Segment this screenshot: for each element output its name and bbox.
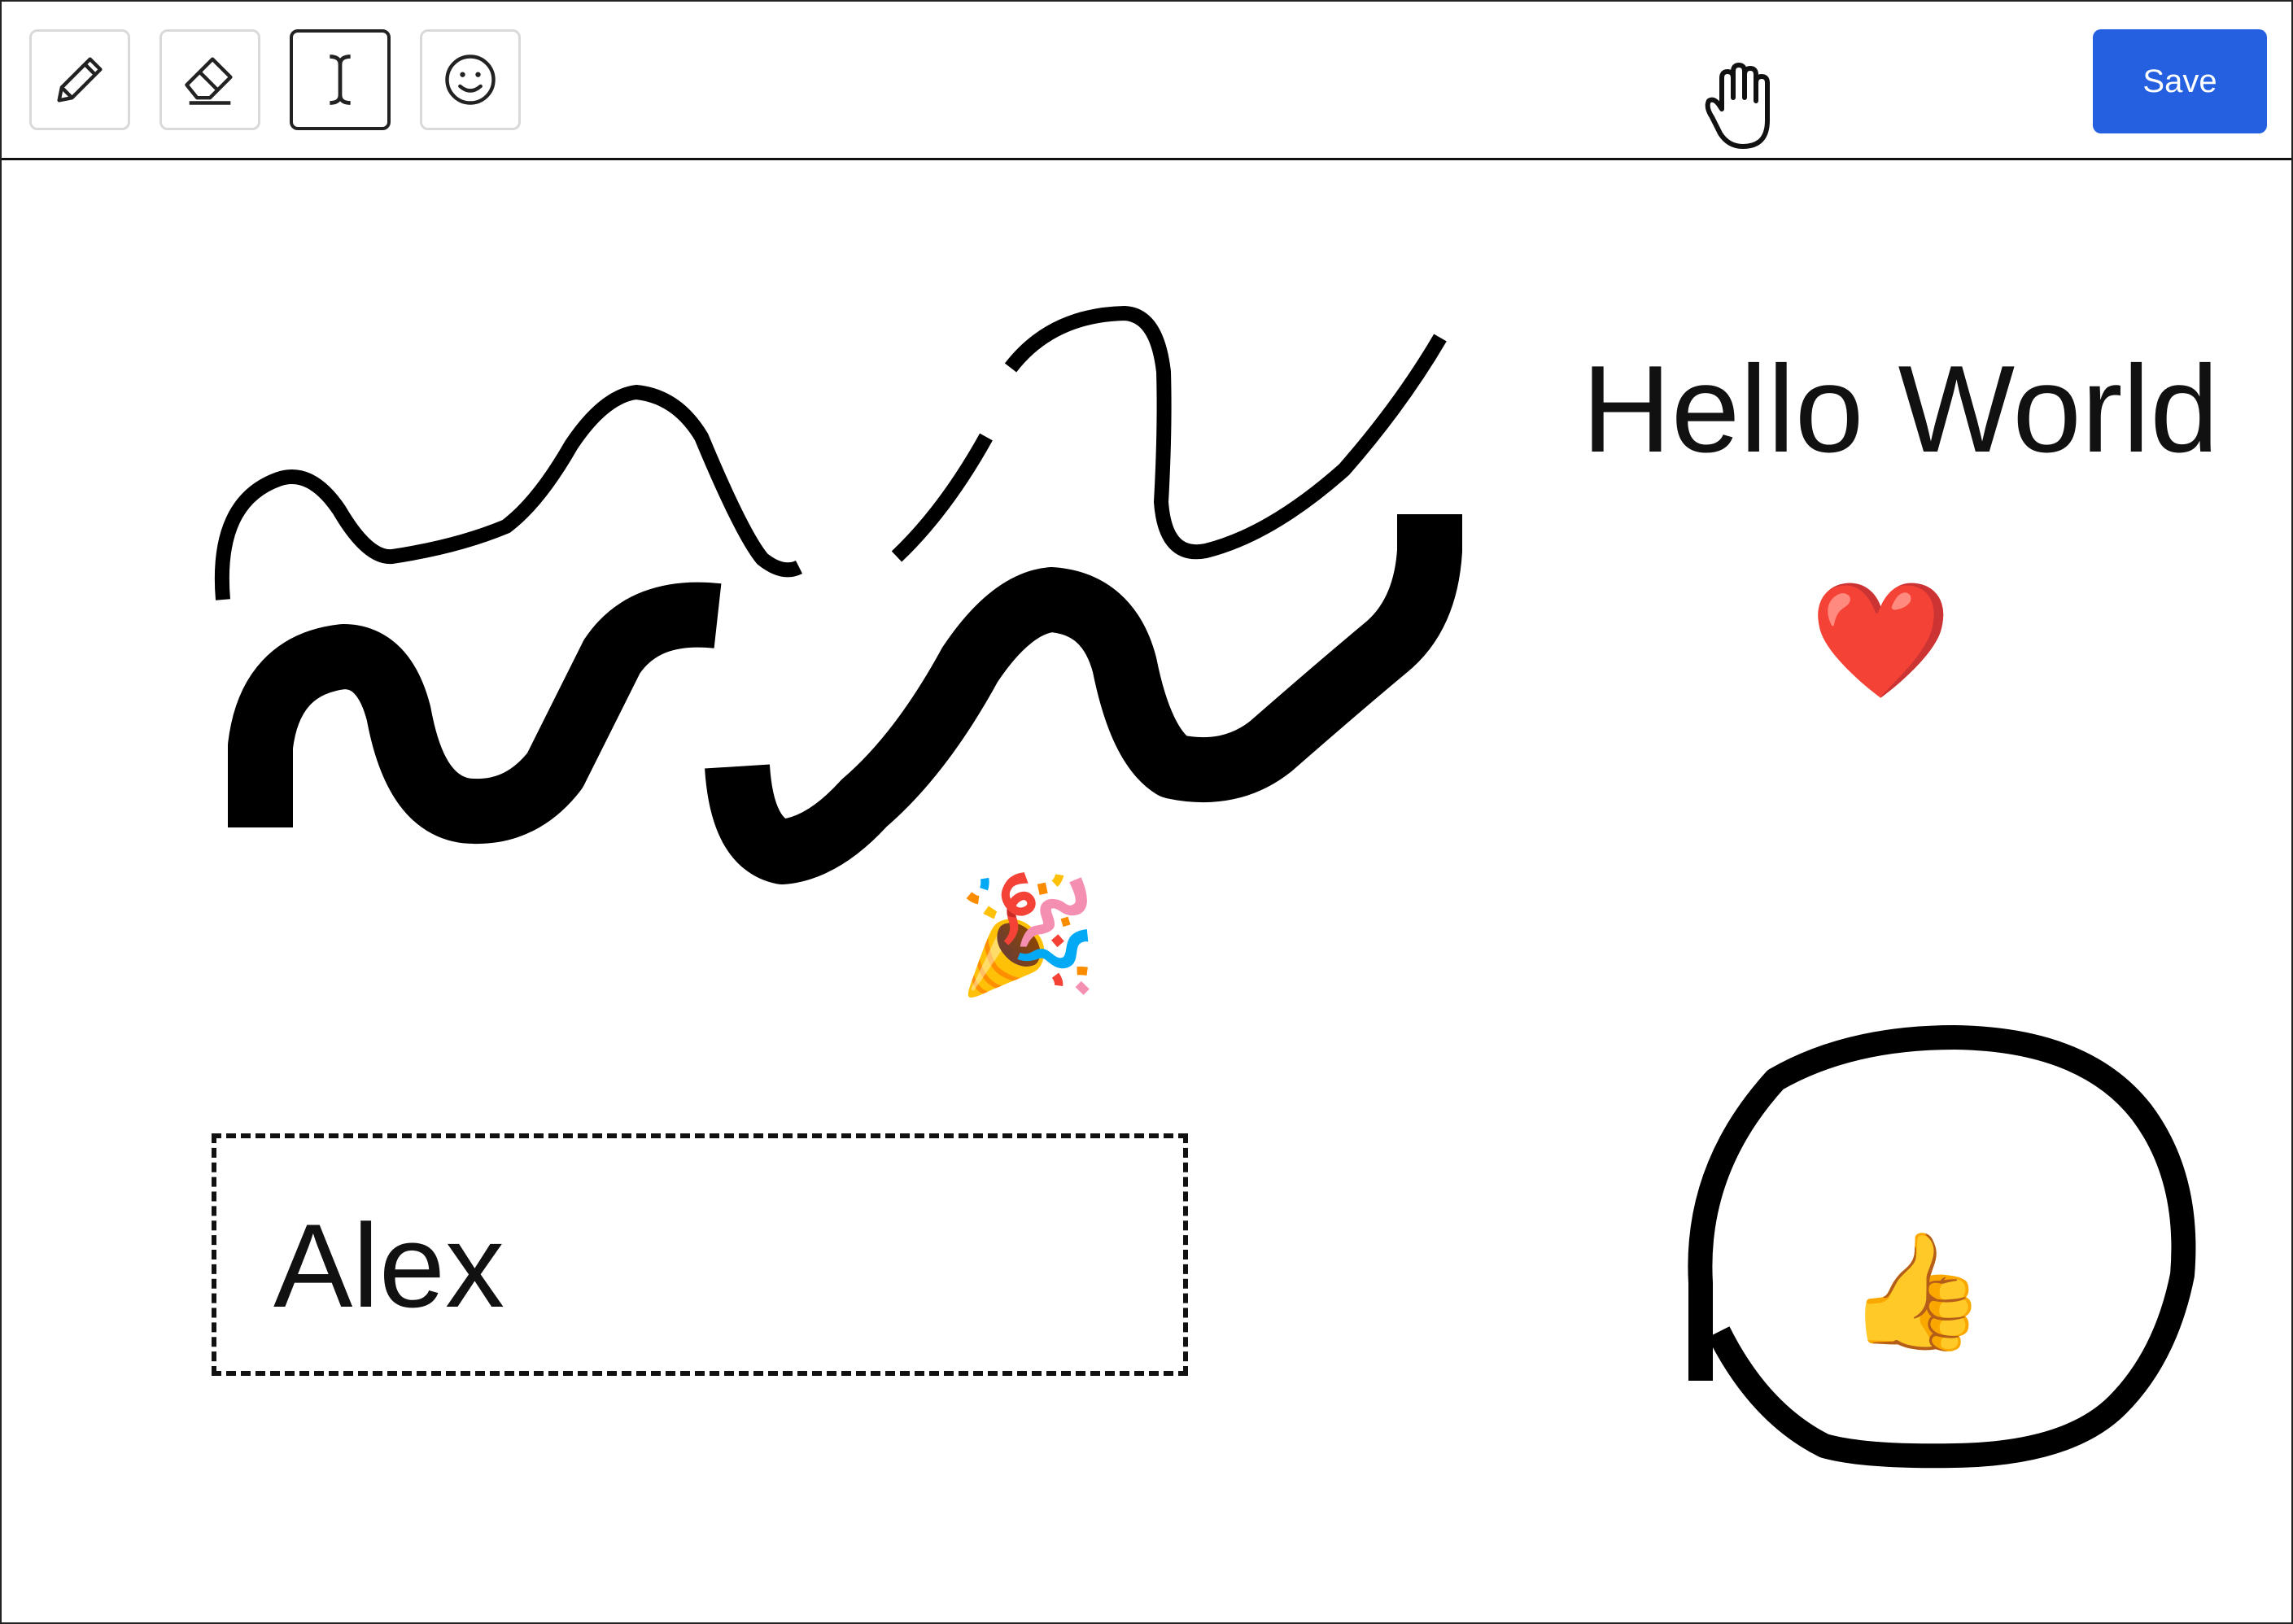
ink-stroke-thin-segment: [891, 433, 993, 562]
text-cursor-icon: [330, 55, 351, 105]
smiley-icon: [445, 55, 496, 105]
emoji-tool-button[interactable]: [420, 29, 521, 130]
ink-stroke-thin-2: [1004, 306, 1447, 560]
pencil-tool-button[interactable]: [29, 29, 130, 130]
eraser-icon: [185, 57, 233, 105]
text-tool-button[interactable]: [290, 29, 391, 130]
hand-grab-icon: [1705, 63, 1770, 149]
pencil-icon: [57, 57, 103, 103]
thumbs-up-emoji[interactable]: 👍: [1845, 1234, 1987, 1348]
selected-text-box[interactable]: Alex: [212, 1133, 1188, 1376]
save-button[interactable]: Save: [2093, 29, 2267, 133]
heart-emoji[interactable]: ❤️: [1810, 583, 1951, 697]
ink-stroke-thick: [228, 582, 722, 845]
ink-stroke-thick-2: [705, 514, 1462, 884]
canvas-text-name[interactable]: Alex: [273, 1207, 504, 1325]
canvas-text-hello[interactable]: Hello World: [1582, 347, 2219, 471]
drawing-canvas[interactable]: Hello World ❤️ 🎉 Alex 👍: [2, 160, 2291, 1622]
party-popper-emoji[interactable]: 🎉: [957, 878, 1098, 992]
drawing-app: Save Hello World ❤️ 🎉 Alex 👍: [0, 0, 2293, 1624]
ink-stroke-thin: [214, 385, 803, 600]
eraser-tool-button[interactable]: [159, 29, 260, 130]
toolbar: Save: [2, 2, 2291, 160]
